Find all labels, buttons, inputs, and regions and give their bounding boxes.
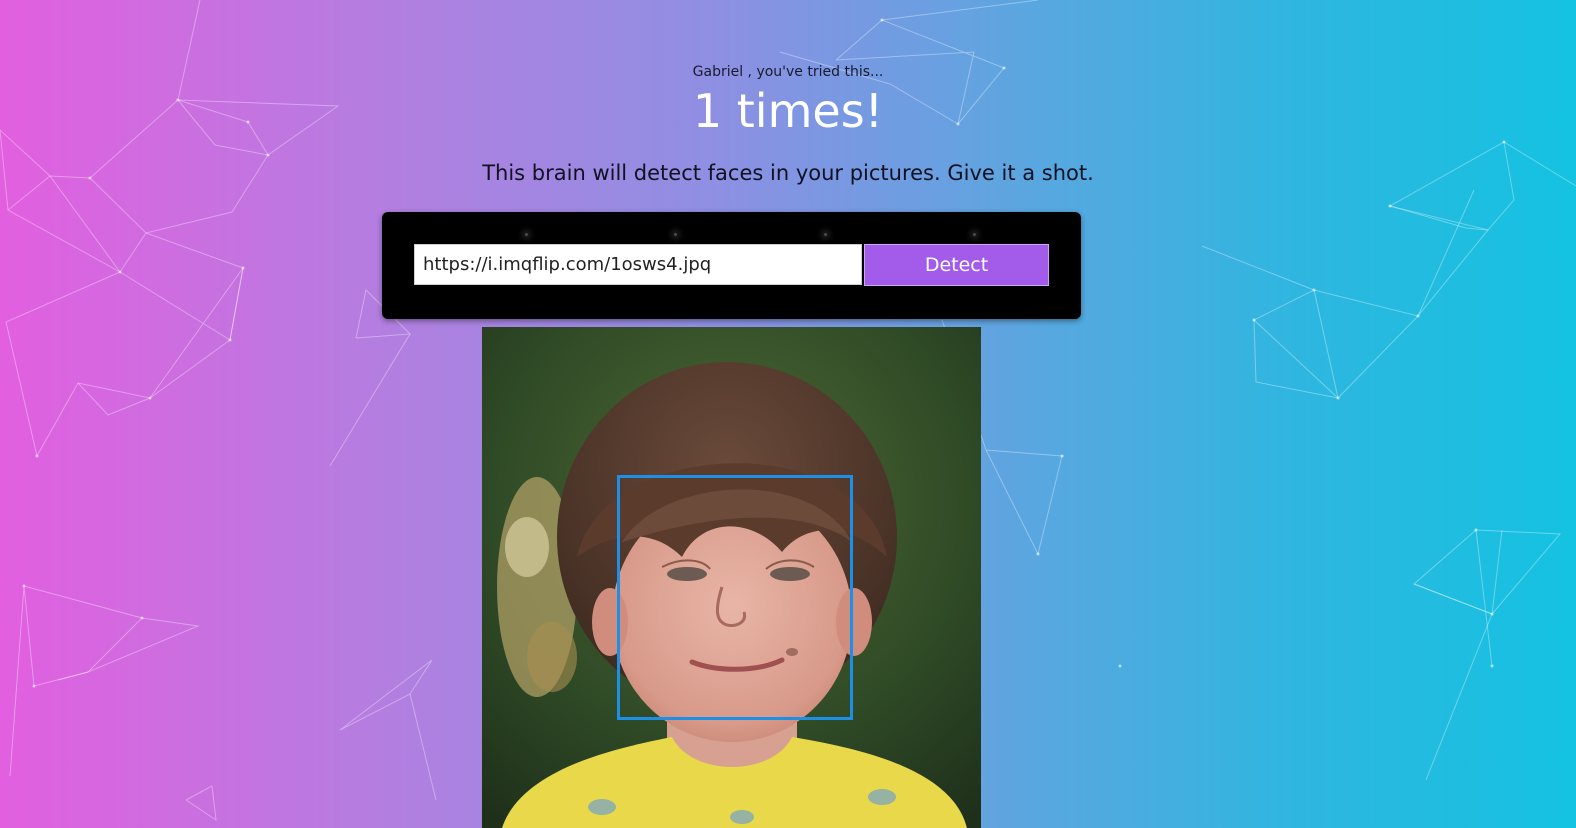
- image-url-form: Detect: [382, 212, 1081, 319]
- face-bounding-box: [617, 475, 853, 720]
- image-url-input[interactable]: [414, 244, 862, 285]
- tagline: This brain will detect faces in your pic…: [482, 161, 1094, 185]
- greeting-text: Gabriel , you've tried this...: [692, 64, 884, 80]
- attempt-count: 1 times!: [692, 84, 884, 138]
- decor-dot: [525, 233, 528, 236]
- decor-dot: [973, 233, 976, 236]
- result-image: [482, 327, 981, 828]
- decor-dot: [824, 233, 827, 236]
- detect-button[interactable]: Detect: [864, 244, 1049, 286]
- decor-dot: [674, 233, 677, 236]
